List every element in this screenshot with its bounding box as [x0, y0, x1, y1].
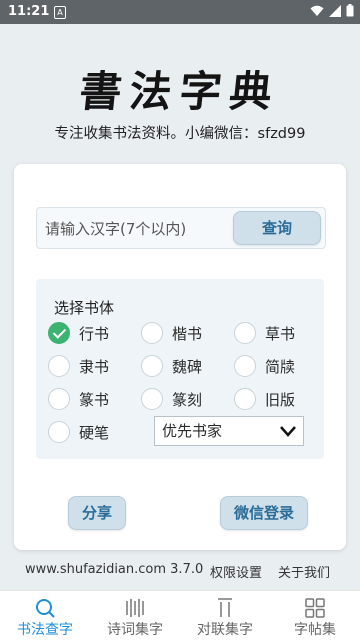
radio-label: 隶书	[79, 357, 110, 376]
radio-circle-icon	[48, 421, 70, 443]
main-card: 查询 选择书体 行书 楷书 草书 隶书 魏碑 简牍	[14, 164, 346, 550]
radio-label: 草书	[265, 324, 296, 343]
status-time: 11:21	[8, 4, 50, 19]
signal-icon	[329, 4, 341, 17]
nav-item-couplet[interactable]: 对联集字	[180, 597, 270, 639]
search-icon	[36, 599, 55, 618]
chevron-down-icon	[280, 426, 296, 437]
radio-circle-icon	[141, 355, 163, 377]
query-button[interactable]: 查询	[233, 211, 321, 245]
radio-circle-icon	[48, 355, 70, 377]
search-input[interactable]	[43, 214, 227, 244]
radio-yingbi[interactable]: 硬笔	[48, 421, 109, 443]
radio-jiandu[interactable]: 简牍	[234, 355, 295, 377]
radio-kaishu[interactable]: 楷书	[141, 322, 202, 344]
radio-label: 旧版	[265, 390, 296, 409]
radio-caoshu[interactable]: 草书	[234, 322, 295, 344]
radio-jiuban[interactable]: 旧版	[234, 388, 295, 410]
style-panel-title: 选择书体	[54, 299, 115, 317]
radio-label: 篆书	[79, 390, 110, 409]
radio-circle-icon	[141, 388, 163, 410]
status-icons	[310, 4, 354, 17]
wifi-icon	[310, 5, 324, 16]
footer-links: www.shufazidian.com 3.7.0 权限设置 关于我们	[0, 562, 360, 581]
battery-icon	[346, 4, 354, 17]
nav-item-poetry[interactable]: 诗词集字	[90, 597, 180, 639]
share-button[interactable]: 分享	[68, 496, 126, 530]
radio-label: 篆刻	[172, 390, 203, 409]
radio-label: 硬笔	[79, 423, 110, 442]
radio-label: 简牍	[265, 357, 296, 376]
radio-circle-icon	[141, 322, 163, 344]
nav-label: 字帖集	[294, 622, 336, 638]
nav-label: 诗词集字	[107, 622, 163, 638]
radio-weibei[interactable]: 魏碑	[141, 355, 202, 377]
radio-circle-icon	[234, 322, 256, 344]
radio-circle-icon	[234, 388, 256, 410]
bottom-nav: 书法查字 诗词集字 对联集字 字帖集	[0, 590, 360, 641]
select-value: 优先书家	[162, 422, 223, 440]
radio-circle-icon	[48, 388, 70, 410]
columns-icon	[126, 599, 144, 617]
subtitle: 专注收集书法资料。小编微信：sfzd99	[54, 126, 306, 142]
couplet-icon	[218, 598, 232, 617]
radio-zhuanshu[interactable]: 篆书	[48, 388, 109, 410]
radio-xingshu[interactable]: 行书	[48, 322, 109, 344]
site-version: www.shufazidian.com 3.7.0	[25, 562, 204, 577]
calligrapher-select[interactable]: 优先书家	[154, 416, 304, 446]
grid-icon	[305, 598, 325, 618]
app-logo: 書法字典	[77, 67, 283, 116]
nav-item-calligraphy-search[interactable]: 书法查字	[0, 597, 90, 639]
radio-zhuanke[interactable]: 篆刻	[141, 388, 202, 410]
status-bar: 11:21 A	[0, 0, 360, 24]
radio-checked-icon	[48, 322, 70, 344]
radio-label: 行书	[79, 324, 110, 343]
radio-label: 魏碑	[172, 357, 203, 376]
about-link[interactable]: 关于我们	[278, 562, 330, 581]
nav-item-copybook[interactable]: 字帖集	[270, 597, 360, 639]
radio-lishu[interactable]: 隶书	[48, 355, 109, 377]
radio-circle-icon	[234, 355, 256, 377]
wechat-login-button[interactable]: 微信登录	[220, 496, 308, 530]
notification-icon: A	[54, 6, 66, 19]
radio-label: 楷书	[172, 324, 203, 343]
nav-label: 对联集字	[197, 622, 253, 638]
permissions-link[interactable]: 权限设置	[210, 562, 262, 581]
nav-label: 书法查字	[17, 622, 73, 638]
style-panel: 选择书体 行书 楷书 草书 隶书 魏碑 简牍 篆书 篆刻 旧版 硬笔 优先书家	[36, 279, 324, 459]
search-box: 查询	[36, 207, 326, 249]
